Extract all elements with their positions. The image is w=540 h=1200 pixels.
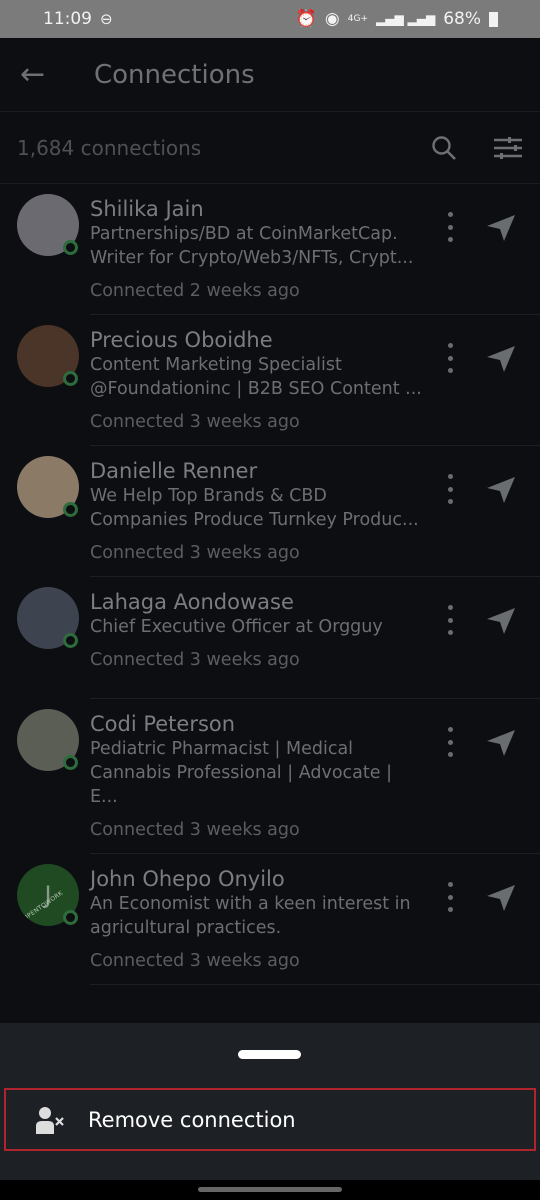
alarm-icon: ⏰ bbox=[295, 9, 317, 29]
home-indicator[interactable] bbox=[198, 1187, 342, 1192]
filter-sliders-icon bbox=[494, 136, 522, 159]
connection-row[interactable]: Shilika Jain Partnerships/BD at CoinMark… bbox=[0, 184, 540, 315]
connection-name[interactable]: Shilika Jain bbox=[90, 196, 540, 222]
status-bar: 11:09 ⊖ ⏰ ◉ 4G+ ▂▄▆ ▂▄▆ 68% bbox=[0, 0, 540, 38]
more-options-button[interactable] bbox=[440, 882, 460, 912]
connection-row[interactable]: Precious Oboidhe Content Marketing Speci… bbox=[0, 315, 540, 446]
connection-headline: An Economist with a keen interest in bbox=[90, 894, 411, 914]
connection-headline: We Help Top Brands & CBD bbox=[90, 486, 327, 506]
connection-row[interactable]: Danielle Renner We Help Top Brands & CBD… bbox=[0, 446, 540, 577]
connection-headline: Partnerships/BD at CoinMarketCap. bbox=[90, 224, 398, 244]
dot bbox=[447, 237, 453, 242]
dot bbox=[447, 499, 453, 504]
dot bbox=[447, 752, 453, 757]
gesture-bar bbox=[0, 1180, 540, 1200]
app-header: ← Connections bbox=[0, 38, 540, 112]
online-status-icon bbox=[63, 633, 78, 648]
search-icon bbox=[432, 135, 456, 160]
signal-icon: ▂▄▆ ▂▄▆ bbox=[376, 12, 436, 26]
dot bbox=[447, 727, 453, 732]
send-message-button[interactable] bbox=[486, 884, 516, 916]
online-status-icon bbox=[63, 910, 78, 925]
send-icon bbox=[487, 215, 515, 241]
connection-headline: Pediatric Pharmacist | Medical bbox=[90, 739, 354, 759]
dot bbox=[447, 355, 453, 361]
connection-count: 1,684 connections bbox=[17, 135, 202, 160]
connected-time: Connected 2 weeks ago bbox=[90, 281, 300, 301]
battery-icon bbox=[489, 11, 498, 27]
dot bbox=[447, 630, 453, 635]
remove-connection-button[interactable]: Remove connection bbox=[4, 1088, 536, 1151]
connected-time: Connected 3 weeks ago bbox=[90, 543, 300, 563]
battery-level: 68% bbox=[443, 9, 481, 29]
dnd-icon: ⊖ bbox=[100, 10, 113, 28]
page-title: Connections bbox=[94, 59, 255, 90]
connection-name[interactable]: Precious Oboidhe bbox=[90, 327, 540, 353]
more-options-button[interactable] bbox=[440, 474, 460, 504]
connected-time: Connected 3 weeks ago bbox=[90, 820, 300, 840]
remove-person-icon bbox=[36, 1106, 64, 1134]
send-message-button[interactable] bbox=[486, 607, 516, 639]
connection-row[interactable]: Lahaga Aondowase Chief Executive Officer… bbox=[0, 577, 540, 699]
send-message-button[interactable] bbox=[486, 729, 516, 761]
send-icon bbox=[487, 730, 515, 756]
dot bbox=[447, 224, 453, 230]
dot bbox=[447, 882, 453, 887]
online-status-icon bbox=[63, 755, 78, 770]
more-options-button[interactable] bbox=[440, 212, 460, 242]
connection-name[interactable]: Danielle Renner bbox=[90, 458, 540, 484]
send-message-button[interactable] bbox=[486, 345, 516, 377]
dot bbox=[447, 368, 453, 373]
connections-toolbar: 1,684 connections bbox=[0, 112, 540, 184]
dot bbox=[447, 486, 453, 492]
dot bbox=[447, 343, 453, 348]
dot bbox=[447, 907, 453, 912]
network-type: 4G+ bbox=[347, 14, 369, 24]
back-button[interactable]: ← bbox=[0, 57, 94, 92]
dot bbox=[447, 212, 453, 217]
online-status-icon bbox=[63, 240, 78, 255]
dot bbox=[447, 474, 453, 479]
connection-headline: Chief Executive Officer at Orgguy bbox=[90, 617, 383, 637]
hotspot-icon: ◉ bbox=[324, 9, 340, 29]
connection-headline-line2: Writer for Crypto/Web3/NFTs, Crypt... bbox=[90, 248, 414, 268]
connection-headline-line2: agricultural practices. bbox=[90, 918, 282, 938]
more-options-button[interactable] bbox=[440, 343, 460, 373]
search-button[interactable] bbox=[412, 135, 476, 161]
connection-headline: Content Marketing Specialist bbox=[90, 355, 342, 375]
send-message-button[interactable] bbox=[486, 476, 516, 508]
connected-time: Connected 3 weeks ago bbox=[90, 412, 300, 432]
send-icon bbox=[487, 885, 515, 911]
arrow-left-icon: ← bbox=[20, 57, 46, 92]
connection-row[interactable]: J #OPENTOWORK John Ohepo Onyilo An Econom… bbox=[0, 854, 540, 985]
dot bbox=[447, 739, 453, 745]
send-icon bbox=[487, 346, 515, 372]
connection-headline-line2: @Foundationinc | B2B SEO Content ... bbox=[90, 379, 422, 399]
bottom-sheet: Remove connection bbox=[0, 1023, 540, 1180]
connections-list: Shilika Jain Partnerships/BD at CoinMark… bbox=[0, 184, 540, 985]
send-icon bbox=[487, 477, 515, 503]
send-icon bbox=[487, 608, 515, 634]
connection-headline-line2: Cannabis Professional | Advocate | E... bbox=[90, 763, 392, 807]
filter-button[interactable] bbox=[476, 136, 540, 160]
connection-row[interactable]: Codi Peterson Pediatric Pharmacist | Med… bbox=[0, 699, 540, 854]
dot bbox=[447, 617, 453, 623]
more-options-button[interactable] bbox=[440, 605, 460, 635]
dot bbox=[447, 894, 453, 900]
send-message-button[interactable] bbox=[486, 214, 516, 246]
online-status-icon bbox=[63, 371, 78, 386]
connection-name[interactable]: Codi Peterson bbox=[90, 711, 540, 737]
connection-headline-line2: Companies Produce Turnkey Produc... bbox=[90, 510, 419, 530]
sheet-drag-handle[interactable] bbox=[238, 1050, 301, 1059]
dot bbox=[447, 605, 453, 610]
more-options-button[interactable] bbox=[440, 727, 460, 757]
connected-time: Connected 3 weeks ago bbox=[90, 650, 300, 670]
online-status-icon bbox=[63, 502, 78, 517]
connection-name[interactable]: John Ohepo Onyilo bbox=[90, 866, 540, 892]
connection-name[interactable]: Lahaga Aondowase bbox=[90, 589, 540, 615]
connected-time: Connected 3 weeks ago bbox=[90, 951, 300, 971]
remove-connection-label: Remove connection bbox=[88, 1107, 296, 1132]
clock: 11:09 bbox=[43, 9, 92, 29]
